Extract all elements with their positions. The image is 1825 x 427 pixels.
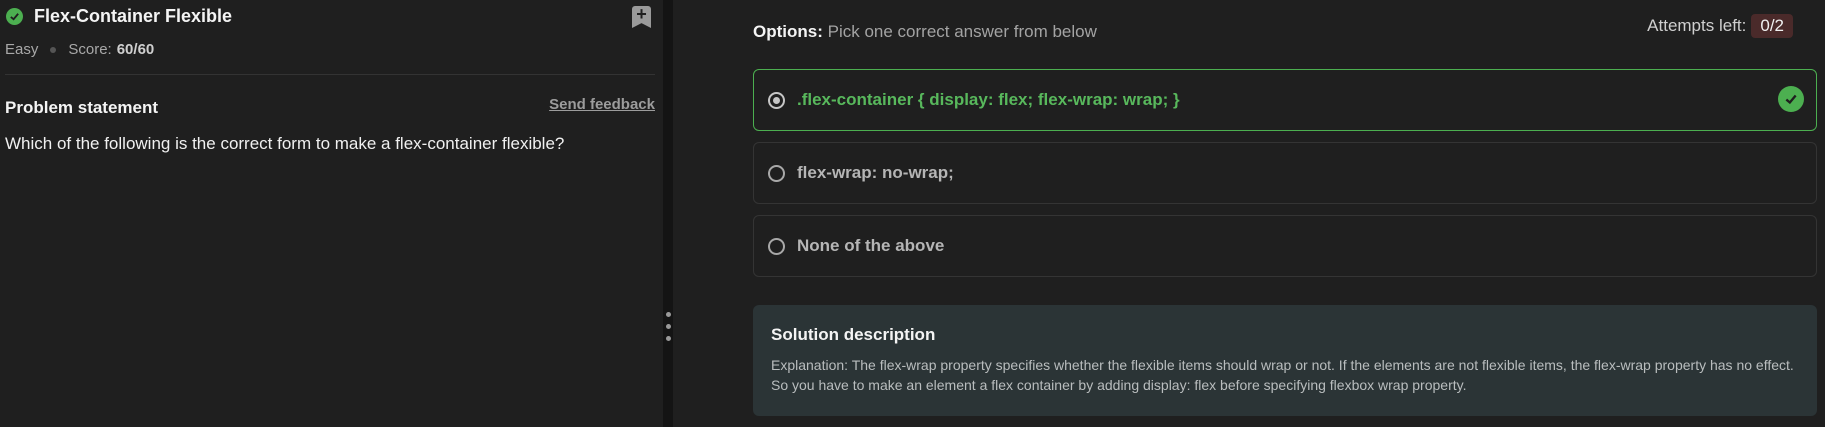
option-2[interactable]: flex-wrap: no-wrap;: [753, 142, 1817, 204]
solution-box: Solution description Explanation: The fl…: [753, 305, 1817, 416]
score-value: 60/60: [116, 41, 155, 58]
option-3[interactable]: None of the above: [753, 215, 1817, 277]
radio-unselected[interactable]: [768, 237, 785, 255]
solved-check-icon: [6, 8, 23, 25]
radio-selected[interactable]: [768, 91, 785, 109]
option-text: .flex-container { display: flex; flex-wr…: [797, 90, 1180, 109]
options-header: Options: Pick one correct answer from be…: [753, 22, 1097, 42]
problem-meta: Easy Score: 60/60: [5, 41, 154, 58]
title-row: Flex-Container Flexible: [6, 6, 232, 27]
option-text: None of the above: [797, 236, 945, 255]
solution-text: Explanation: The flex-wrap property spec…: [771, 357, 1794, 393]
score-label: Score:: [68, 41, 112, 58]
send-feedback-link[interactable]: Send feedback: [549, 96, 655, 113]
separator-dot: [50, 46, 57, 53]
attempts-label: Attempts left:: [1647, 16, 1747, 35]
problem-panel: Flex-Container Flexible + Easy Score: 60…: [0, 0, 663, 427]
app: Flex-Container Flexible + Easy Score: 60…: [0, 0, 1825, 427]
question-text: Which of the following is the correct fo…: [5, 134, 565, 153]
options-panel: Options: Pick one correct answer from be…: [673, 0, 1825, 427]
panel-splitter[interactable]: [663, 0, 673, 427]
divider: [5, 74, 655, 75]
solution-title: Solution description: [771, 325, 936, 344]
problem-title: Flex-Container Flexible: [34, 6, 233, 26]
radio-unselected[interactable]: [768, 164, 785, 182]
bookmark-add-icon[interactable]: +: [632, 6, 651, 28]
attempts-indicator: Attempts left: 0/2: [1647, 14, 1793, 38]
options-label: Options:: [753, 22, 823, 41]
problem-statement-label: Problem statement: [5, 98, 159, 117]
option-text: flex-wrap: no-wrap;: [797, 163, 954, 182]
options-instructions: Pick one correct answer from below: [827, 22, 1097, 41]
difficulty-label: Easy: [5, 41, 39, 58]
attempts-badge: 0/2: [1751, 14, 1793, 38]
option-1[interactable]: .flex-container { display: flex; flex-wr…: [753, 69, 1817, 131]
drag-handle-icon[interactable]: [666, 312, 671, 341]
correct-check-icon: [1778, 86, 1804, 112]
